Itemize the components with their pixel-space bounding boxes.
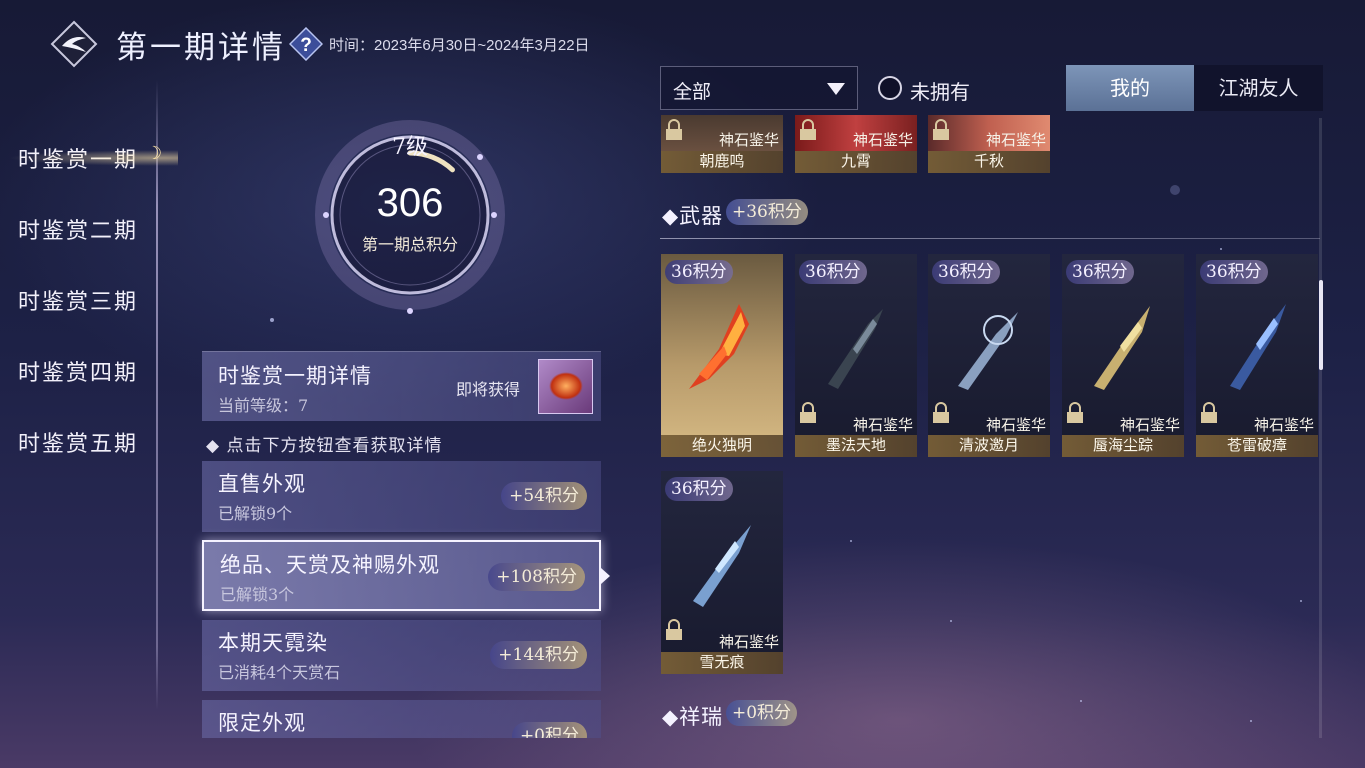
help-icon[interactable]: ? xyxy=(288,26,324,62)
nav-item-period-1[interactable]: 时鉴赏一期 xyxy=(7,142,179,174)
section-heading-auspicious: ◆祥瑞 xyxy=(662,705,724,729)
tab-friends[interactable]: 江湖友人 xyxy=(1194,65,1323,111)
category-card-premium[interactable]: 绝品、天赏及神赐外观 已解锁3个 +108积分 xyxy=(202,540,601,611)
item-points: 36积分 xyxy=(665,477,733,501)
dropdown-arrow-icon xyxy=(827,83,845,95)
scrollbar-track[interactable] xyxy=(1319,118,1322,738)
unowned-label[interactable]: 未拥有 xyxy=(910,76,970,105)
ink-blade-icon xyxy=(828,309,883,389)
score-ring: 7级 306 第一期总积分 xyxy=(290,115,530,325)
current-level: 当前等级：7 xyxy=(218,396,309,415)
weapons-points-badge: +36积分 xyxy=(726,199,808,225)
item-name: 千秋 xyxy=(973,152,1004,170)
lock-icon xyxy=(666,119,682,140)
category-title: 限定外观 xyxy=(218,711,306,735)
item-name: 绝火独明 xyxy=(691,436,752,454)
category-title: 绝品、天赏及神赐外观 xyxy=(220,553,440,577)
time-range: 时间：2023年6月30日~2024年3月22日 xyxy=(329,37,590,54)
lock-icon xyxy=(1201,402,1217,423)
item-points: 36积分 xyxy=(799,260,867,284)
weapon-tile[interactable]: 36积分 神石鉴华 雪无痕 xyxy=(661,471,783,674)
nav-item-period-3[interactable]: 时鉴赏三期 xyxy=(18,284,138,316)
weapon-tile[interactable]: 36积分 神石鉴华 墨法天地 xyxy=(795,254,917,457)
stone-label: 神石鉴华 xyxy=(718,131,779,149)
coming-soon-label: 即将获得 xyxy=(456,380,521,399)
points-badge: +108积分 xyxy=(488,563,585,591)
thunder-blade-icon xyxy=(1230,304,1286,390)
points-badge: +144积分 xyxy=(490,641,587,669)
lock-icon xyxy=(800,402,816,423)
nav-item-period-2[interactable]: 时鉴赏二期 xyxy=(18,213,138,245)
detail-title: 时鉴赏一期详情 xyxy=(218,364,372,388)
item-tile[interactable]: 神石鉴华 朝鹿鸣 xyxy=(661,115,783,173)
points-badge: +0积分 xyxy=(511,722,587,738)
level-label: 7级 xyxy=(392,135,428,160)
stone-label: 神石鉴华 xyxy=(852,416,913,434)
item-name: 苍雷破瘴 xyxy=(1226,436,1287,454)
item-name: 清波邀月 xyxy=(958,436,1019,454)
item-points: 36积分 xyxy=(665,260,733,284)
hint-text: ◆ 点击下方按钮查看获取详情 xyxy=(206,436,443,456)
fire-blade-icon xyxy=(689,304,749,389)
stone-label: 神石鉴华 xyxy=(985,416,1046,434)
category-subtitle: 已解锁3个 xyxy=(220,585,295,604)
lock-icon xyxy=(933,119,949,140)
crescent-moon-icon: ☽ xyxy=(146,143,163,164)
ice-blade-icon xyxy=(693,525,751,607)
selection-arrow-icon xyxy=(601,568,610,584)
weapon-tile[interactable]: 36积分 神石鉴华 清波邀月 xyxy=(928,254,1050,457)
back-arrow-icon xyxy=(50,20,98,68)
nav-item-period-5[interactable]: 时鉴赏五期 xyxy=(18,426,138,458)
section-heading-weapons: ◆武器 xyxy=(662,204,724,228)
lock-icon xyxy=(933,402,949,423)
category-card-dye[interactable]: 本期天霓染 已消耗4个天赏石 +144积分 xyxy=(202,620,601,691)
category-title: 本期天霓染 xyxy=(218,631,328,655)
item-points: 36积分 xyxy=(932,260,1000,284)
item-name: 朝鹿鸣 xyxy=(699,152,745,170)
points-badge: +54积分 xyxy=(501,482,587,510)
item-name: 蜃海尘踪 xyxy=(1092,436,1153,454)
lock-icon xyxy=(1067,402,1083,423)
reward-thumbnail[interactable] xyxy=(538,359,593,414)
period-detail-card[interactable]: 时鉴赏一期详情 当前等级：7 即将获得 xyxy=(202,351,601,421)
page-title: 第一期详情 xyxy=(116,30,286,66)
category-title: 直售外观 xyxy=(218,472,306,496)
category-subtitle: 已解锁9个 xyxy=(218,504,293,523)
weapon-tile[interactable]: 36积分 绝火独明 xyxy=(661,254,783,457)
stone-label: 神石鉴华 xyxy=(1119,416,1180,434)
moon-blade-icon xyxy=(958,312,1018,390)
stone-label: 神石鉴华 xyxy=(852,131,913,149)
scrollbar-thumb[interactable] xyxy=(1319,280,1323,370)
stone-label: 神石鉴华 xyxy=(718,633,779,651)
stone-label: 神石鉴华 xyxy=(985,131,1046,149)
stone-label: 神石鉴华 xyxy=(1253,416,1314,434)
gold-blade-icon xyxy=(1094,306,1150,390)
svg-text:?: ? xyxy=(300,35,312,56)
lock-icon xyxy=(800,119,816,140)
filter-selected: 全部 xyxy=(673,81,712,103)
item-points: 36积分 xyxy=(1200,260,1268,284)
auspicious-points-badge: +0积分 xyxy=(726,700,798,726)
tab-mine[interactable]: 我的 xyxy=(1066,65,1194,111)
category-subtitle: 已消耗4个天赏石 xyxy=(218,663,341,682)
item-tile[interactable]: 神石鉴华 千秋 xyxy=(928,115,1050,173)
item-tile[interactable]: 神石鉴华 九霄 xyxy=(795,115,917,173)
weapon-tile[interactable]: 36积分 神石鉴华 苍雷破瘴 xyxy=(1196,254,1318,457)
item-name: 墨法天地 xyxy=(825,436,886,454)
nav-item-period-4[interactable]: 时鉴赏四期 xyxy=(18,355,138,387)
unowned-radio[interactable] xyxy=(878,76,902,100)
nav-divider xyxy=(156,80,158,710)
score-caption: 第一期总积分 xyxy=(361,235,458,254)
lock-icon xyxy=(666,619,682,640)
weapon-tile[interactable]: 36积分 神石鉴华 蜃海尘踪 xyxy=(1062,254,1184,457)
total-score: 306 xyxy=(376,181,444,225)
item-name: 雪无痕 xyxy=(699,653,745,671)
category-card-limited[interactable]: 限定外观 +0积分 xyxy=(202,700,601,738)
category-card-direct-sale[interactable]: 直售外观 已解锁9个 +54积分 xyxy=(202,461,601,532)
filter-dropdown[interactable]: 全部 xyxy=(660,66,858,110)
item-name: 九霄 xyxy=(840,152,871,170)
section-divider xyxy=(660,238,1320,239)
item-points: 36积分 xyxy=(1066,260,1134,284)
back-button[interactable] xyxy=(50,20,98,68)
